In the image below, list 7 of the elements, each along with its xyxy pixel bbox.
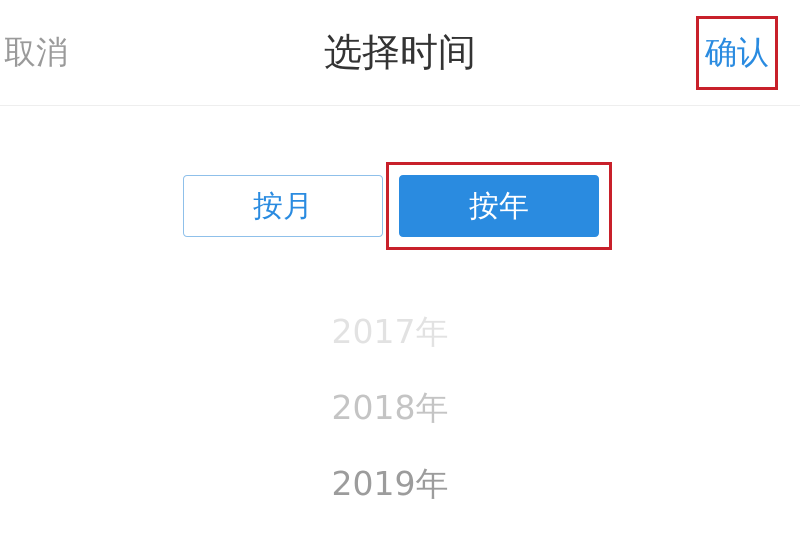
year-option[interactable]: 2019年 xyxy=(332,464,448,504)
mode-tab[interactable]: 按月 xyxy=(183,175,383,237)
year-option[interactable]: 2018年 xyxy=(332,388,448,428)
mode-tab[interactable]: 按年 xyxy=(399,175,599,237)
cancel-button[interactable]: 取消 xyxy=(4,30,68,74)
dialog-title: 选择时间 xyxy=(324,30,476,74)
confirm-button[interactable]: 确认 xyxy=(696,16,778,90)
